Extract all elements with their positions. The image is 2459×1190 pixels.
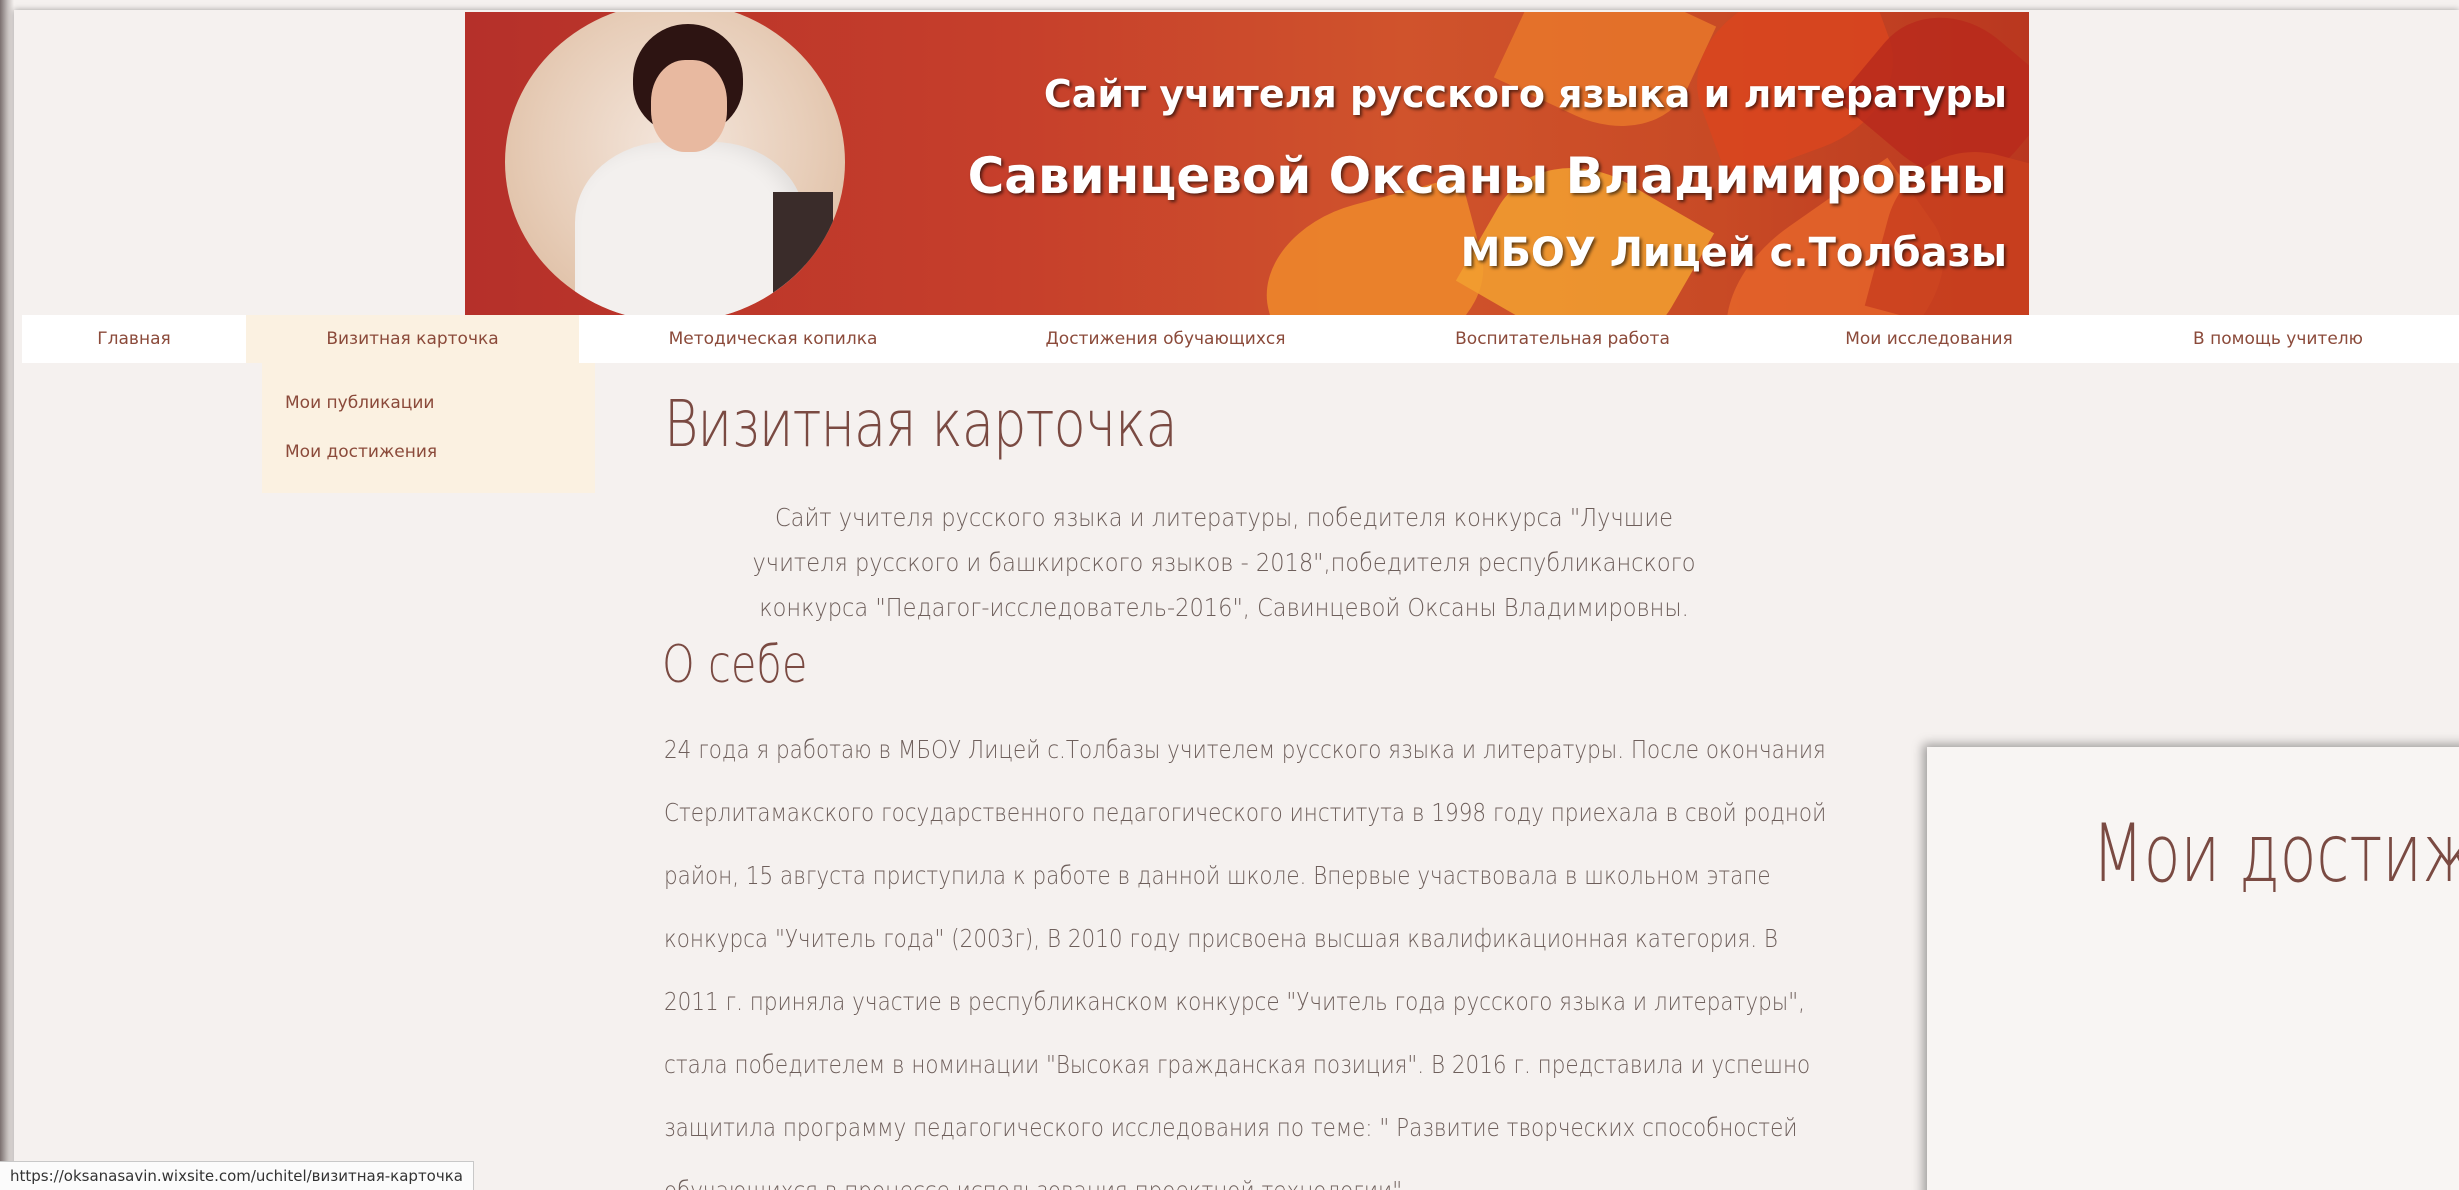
banner-line-2: Савинцевой Оксаны Владимировны — [967, 147, 2007, 205]
nav-item-teacher-help[interactable]: В помощь учителю — [2097, 315, 2459, 363]
achievements-panel[interactable]: Мои достиж — [1927, 747, 2459, 1190]
nav-item-student-achievements[interactable]: Достижения обучающихся — [967, 315, 1364, 363]
header-banner: Сайт учителя русского языка и литературы… — [465, 12, 2029, 315]
main-navigation: Главная Визитная карточка Методическая к… — [22, 315, 2459, 363]
achievements-panel-title: Мои достиж — [2092, 807, 2459, 900]
about-paragraph: 24 года я работаю в МБОУ Лицей с.Толбазы… — [664, 718, 1834, 1190]
nav-dropdown-menu: Мои публикации Мои достижения — [262, 363, 595, 493]
about-paragraph-text: 24 года я работаю в МБОУ Лицей с.Толбазы… — [664, 735, 1827, 1190]
about-heading: О себе — [662, 635, 808, 695]
banner-line-1: Сайт учителя русского языка и литературы — [1043, 72, 2007, 116]
nav-item-business-card[interactable]: Визитная карточка — [246, 315, 579, 363]
banner-line-3: МБОУ Лицей с.Толбазы — [1460, 230, 2007, 276]
status-bar-url: https://oksanasavin.wixsite.com/uchitel/… — [0, 1161, 474, 1190]
intro-paragraph: Сайт учителя русского языка и литературы… — [752, 503, 1696, 622]
dropdown-item-my-publications[interactable]: Мои публикации — [285, 393, 434, 413]
teacher-portrait — [505, 12, 845, 315]
page: Сайт учителя русского языка и литературы… — [14, 10, 2459, 1190]
nav-item-home[interactable]: Главная — [22, 315, 246, 363]
nav-item-educational-work[interactable]: Воспитательная работа — [1364, 315, 1761, 363]
nav-item-my-research[interactable]: Мои исследования — [1761, 315, 2097, 363]
dropdown-item-my-achievements[interactable]: Мои достижения — [285, 442, 437, 462]
nav-item-methodical-collection[interactable]: Методическая копилка — [579, 315, 967, 363]
page-title: Визитная карточка — [664, 388, 1178, 462]
